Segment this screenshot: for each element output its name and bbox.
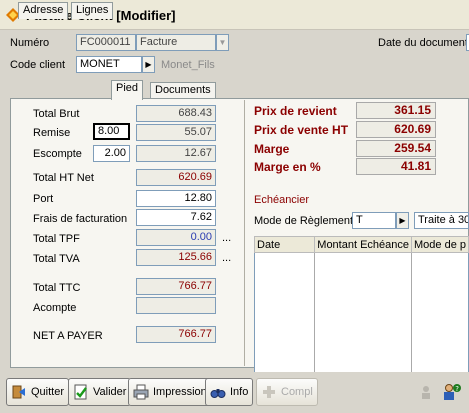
tab-documents[interactable]: Documents <box>150 82 216 99</box>
total-brut-label: Total Brut <box>33 108 80 120</box>
document-type-select[interactable]: Facture <box>136 34 216 51</box>
escompte-pct-input[interactable]: 2.00 <box>93 145 130 162</box>
total-brut-value: 688.43 <box>136 105 216 122</box>
button-bar: Quitter Valider Impression Info Compl ? <box>0 372 469 413</box>
total-ht-net-value: 620.69 <box>136 169 216 186</box>
svg-text:?: ? <box>455 385 459 393</box>
total-ttc-label: Total TTC <box>33 282 81 294</box>
total-tva-label: Total TVA <box>33 253 80 265</box>
mode-reglement-desc-field: Traite à 30 <box>414 212 469 229</box>
table-cell[interactable] <box>412 253 469 379</box>
table-cell[interactable] <box>314 252 413 379</box>
tva-more-button[interactable]: ... <box>222 252 231 264</box>
impression-button[interactable]: Impression <box>128 378 212 406</box>
binoculars-icon <box>210 389 226 398</box>
port-label: Port <box>33 193 54 205</box>
code-client-label: Code client <box>10 59 66 71</box>
echeancier-label: Echéancier <box>254 194 310 206</box>
frais-input[interactable]: 7.62 <box>136 209 216 226</box>
tab-adresse[interactable]: Adresse <box>18 2 69 19</box>
chevron-right-icon[interactable]: ▶ <box>142 56 155 73</box>
frais-label: Frais de facturation <box>33 213 128 225</box>
acompte-value <box>136 297 216 314</box>
echeancier-table[interactable]: Date Montant Echéance Mode de p <box>253 236 469 379</box>
valider-button[interactable]: Valider <box>68 378 132 406</box>
total-ht-net-label: Total HT Net <box>33 172 94 184</box>
tpf-more-button[interactable]: ... <box>222 232 231 244</box>
prix-revient-label: Prix de revient <box>254 104 337 118</box>
net-a-payer-value: 766.77 <box>136 326 216 343</box>
validate-document-icon <box>74 384 87 400</box>
total-tpf-value: 0.00 <box>136 229 216 246</box>
mode-reglement-label: Mode de Règlement <box>254 215 354 227</box>
marge-label: Marge <box>254 142 290 156</box>
escompte-label: Escompte <box>33 148 82 160</box>
total-ttc-value: 766.77 <box>136 278 216 295</box>
quitter-button[interactable]: Quitter <box>6 378 70 406</box>
remise-label: Remise <box>33 127 71 139</box>
code-client-field[interactable]: MONET <box>76 56 142 73</box>
numero-label: Numéro <box>10 37 50 49</box>
acompte-label: Acompte <box>33 302 77 314</box>
col-date[interactable]: Date <box>253 236 316 253</box>
printer-icon <box>133 384 149 400</box>
marge-pct-label: Marge en % <box>254 160 321 174</box>
prix-vente-value: 620.69 <box>356 121 436 138</box>
prix-revient-value: 361.15 <box>356 102 436 119</box>
remise-pct-input[interactable]: 8.00 <box>93 123 130 140</box>
mode-reglement-code-field[interactable]: T <box>352 212 396 229</box>
chevron-right-icon[interactable]: ▶ <box>396 212 409 229</box>
tab-pied[interactable]: Pied <box>111 80 144 100</box>
total-tva-value: 125.66 <box>136 249 216 266</box>
net-a-payer-label: NET A PAYER <box>33 330 103 342</box>
port-input[interactable]: 12.80 <box>136 190 216 207</box>
col-mode-paiement[interactable]: Mode de p <box>411 236 469 253</box>
prix-vente-label: Prix de vente HT <box>254 123 349 137</box>
client-name: Monet_Fils <box>161 59 215 71</box>
date-document-label: Date du document <box>378 37 468 49</box>
door-exit-icon <box>12 385 25 399</box>
compl-button[interactable]: Compl <box>256 378 318 406</box>
total-tpf-label: Total TPF <box>33 233 80 245</box>
quitter-label: Quitter <box>31 386 65 398</box>
marge-value: 259.54 <box>356 140 436 157</box>
plus-icon <box>263 386 275 398</box>
info-label: Info <box>230 386 249 398</box>
info-button[interactable]: Info <box>205 378 254 406</box>
users-icon[interactable] <box>420 384 436 400</box>
marge-pct-value: 41.81 <box>356 158 436 175</box>
help-user-icon[interactable]: ? <box>442 382 462 402</box>
chevron-down-icon[interactable]: ▼ <box>216 34 229 51</box>
valider-label: Valider <box>93 386 127 398</box>
col-montant-echeance[interactable]: Montant Echéance <box>314 236 413 253</box>
tab-lignes[interactable]: Lignes <box>71 2 114 19</box>
escompte-value: 12.67 <box>136 145 216 162</box>
table-cell[interactable] <box>254 252 316 379</box>
numero-field: FC000011 <box>76 34 136 51</box>
compl-label: Compl <box>281 386 313 398</box>
panel-divider <box>244 100 245 366</box>
remise-value: 55.07 <box>136 124 216 141</box>
impression-label: Impression <box>153 386 207 398</box>
